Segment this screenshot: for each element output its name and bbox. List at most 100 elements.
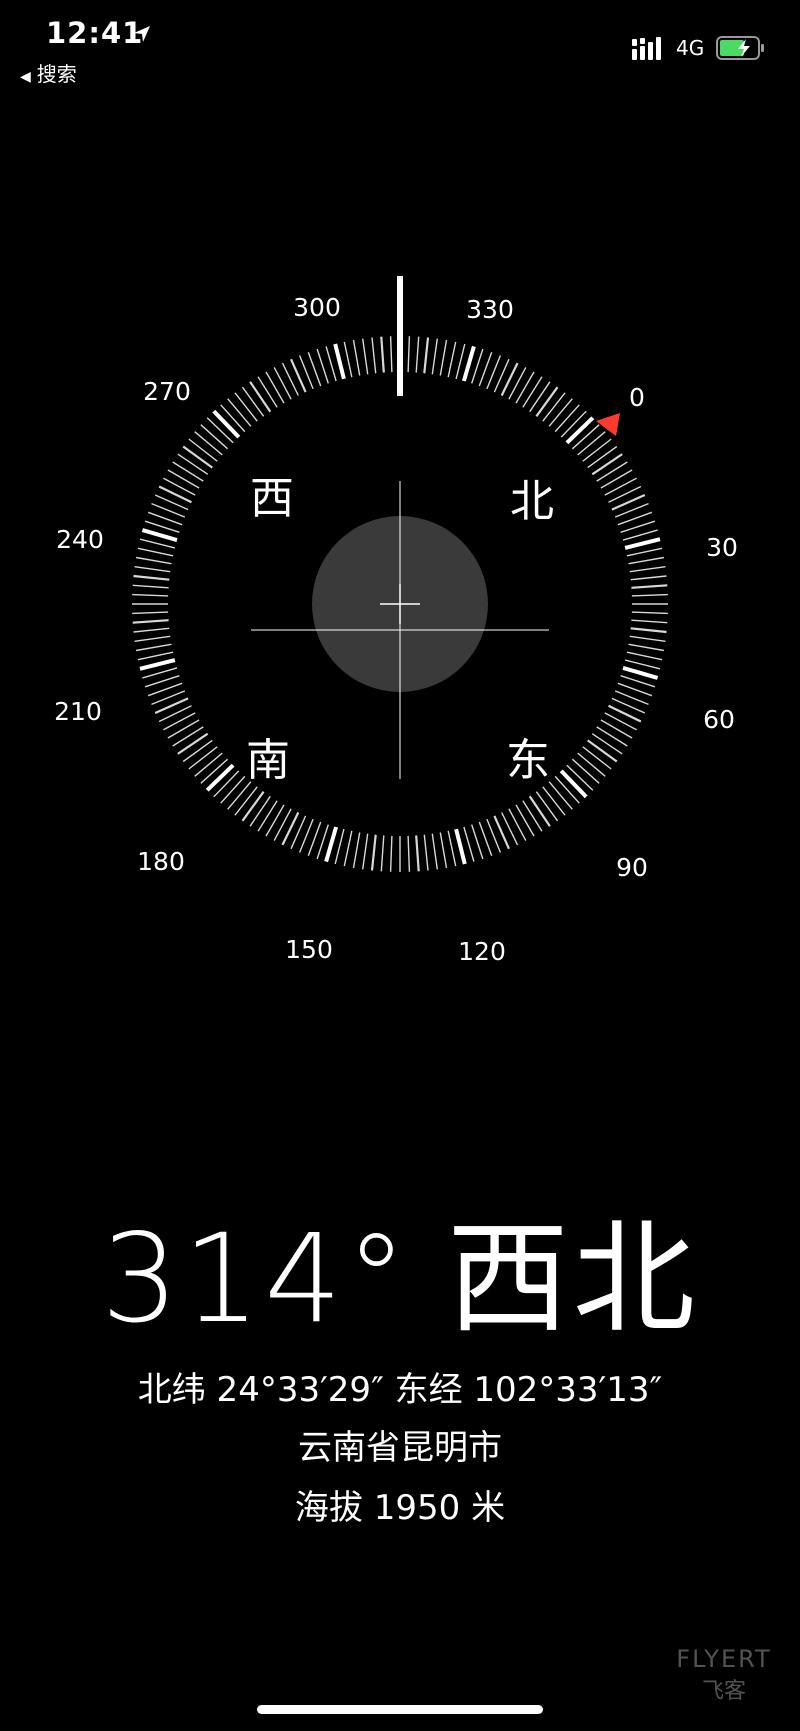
degree-label-60: 60	[703, 705, 735, 734]
compass-tick	[132, 584, 169, 589]
compass-tick	[380, 336, 385, 373]
compass-tick	[220, 404, 246, 433]
compass-tick	[137, 547, 174, 557]
compass-tick	[463, 826, 475, 862]
watermark-brand: FLYERT	[676, 1645, 772, 1673]
compass-tick	[172, 726, 204, 747]
compass-tick	[227, 398, 252, 427]
compass-tick	[629, 635, 666, 642]
compass-tick	[535, 791, 559, 822]
compass-tick	[535, 386, 559, 417]
degree-label-240: 240	[56, 525, 104, 554]
compass-tick	[548, 781, 573, 810]
compass-tick	[582, 746, 612, 770]
compass-tick	[141, 528, 178, 543]
compass-tick	[431, 833, 438, 870]
home-indicator[interactable]	[257, 1705, 543, 1714]
degree-label-180: 180	[137, 847, 185, 876]
degree-label-300: 300	[293, 293, 341, 322]
compass-tick	[135, 643, 172, 652]
compass-tick	[508, 367, 527, 400]
compass-tick	[257, 800, 278, 832]
compass-tick	[447, 830, 457, 867]
elevation: 海拔 1950 米	[294, 1488, 506, 1528]
compass-tick	[471, 824, 484, 860]
compass-tick	[163, 712, 196, 731]
compass-tick	[587, 739, 618, 763]
coordinates: 北纬 24°33′29″ 东经 102°33′13″	[137, 1370, 663, 1410]
compass-tick	[577, 752, 606, 777]
compass-tick	[134, 635, 171, 642]
compass-tick	[343, 341, 353, 378]
compass-tick	[265, 371, 285, 404]
compass-tick	[559, 769, 588, 799]
compass-tick	[142, 667, 178, 679]
compass-tick	[604, 477, 637, 496]
compass-tick	[241, 386, 265, 417]
compass-tick	[508, 808, 527, 841]
compass-tick	[407, 835, 411, 872]
compass-tick	[423, 337, 430, 374]
compass-tick	[631, 593, 668, 597]
compass-tick	[447, 341, 457, 378]
compass-tick	[163, 477, 196, 496]
compass-tick	[587, 445, 618, 469]
compass-tick	[577, 431, 606, 456]
compass-tick	[515, 804, 535, 837]
compass-tick	[455, 343, 466, 380]
compass-tick	[273, 808, 292, 841]
compass-tick	[134, 566, 171, 573]
degree-label-120: 120	[458, 937, 506, 966]
compass-tick	[316, 348, 329, 384]
degree-label-90: 90	[616, 853, 648, 882]
compass-tick	[565, 416, 595, 445]
compass-tick	[630, 627, 667, 634]
north-marker-icon	[596, 413, 620, 436]
compass-tick	[380, 835, 385, 872]
compass-tick	[591, 733, 623, 755]
compass-tick	[628, 556, 665, 565]
compass-tick	[439, 339, 448, 376]
compass-tick	[560, 410, 587, 438]
degree-label-270: 270	[143, 377, 191, 406]
watermark-brand-cn: 飞客	[701, 1679, 746, 1704]
compass-tick	[177, 732, 209, 755]
compass-tick	[200, 758, 229, 784]
degree-label-330: 330	[466, 295, 514, 324]
compass-tick	[213, 770, 240, 798]
compass-tick	[241, 791, 265, 822]
compass-tick	[188, 746, 218, 770]
compass-tick	[522, 376, 543, 408]
cardinal-east: 东	[506, 735, 550, 786]
compass-tick	[629, 566, 666, 573]
compass-tick	[234, 392, 258, 422]
compass-tick	[454, 828, 467, 865]
compass-tick	[132, 593, 169, 597]
compass-tick	[133, 627, 170, 633]
compass-tick	[600, 719, 633, 739]
compass-tick	[135, 556, 172, 565]
compass-tick	[220, 775, 246, 804]
compass-tick	[626, 651, 663, 661]
degree-label-0: 0	[629, 383, 645, 412]
compass-tick	[522, 800, 543, 832]
compass-tick	[548, 398, 573, 427]
compass-tick	[630, 575, 667, 581]
compass-tick	[528, 795, 551, 827]
compass-tick	[234, 786, 258, 816]
compass-tick	[133, 574, 170, 581]
compass-tick	[194, 752, 223, 777]
compass-tick	[415, 835, 420, 872]
compass-tick	[631, 584, 668, 589]
compass-tick	[257, 376, 278, 408]
compass-dial: 300 330 0 30 60 90 120 150 180 210 240 2…	[54, 276, 738, 966]
compass-tick	[608, 704, 642, 723]
compass-tick	[591, 453, 623, 476]
compass-tick	[389, 835, 393, 872]
compass-tick	[172, 461, 204, 482]
compass-tick	[362, 833, 369, 870]
compass-tick	[542, 392, 566, 422]
compass-tick	[333, 343, 346, 380]
compass-tick	[500, 362, 519, 396]
compass-tick	[249, 795, 271, 827]
